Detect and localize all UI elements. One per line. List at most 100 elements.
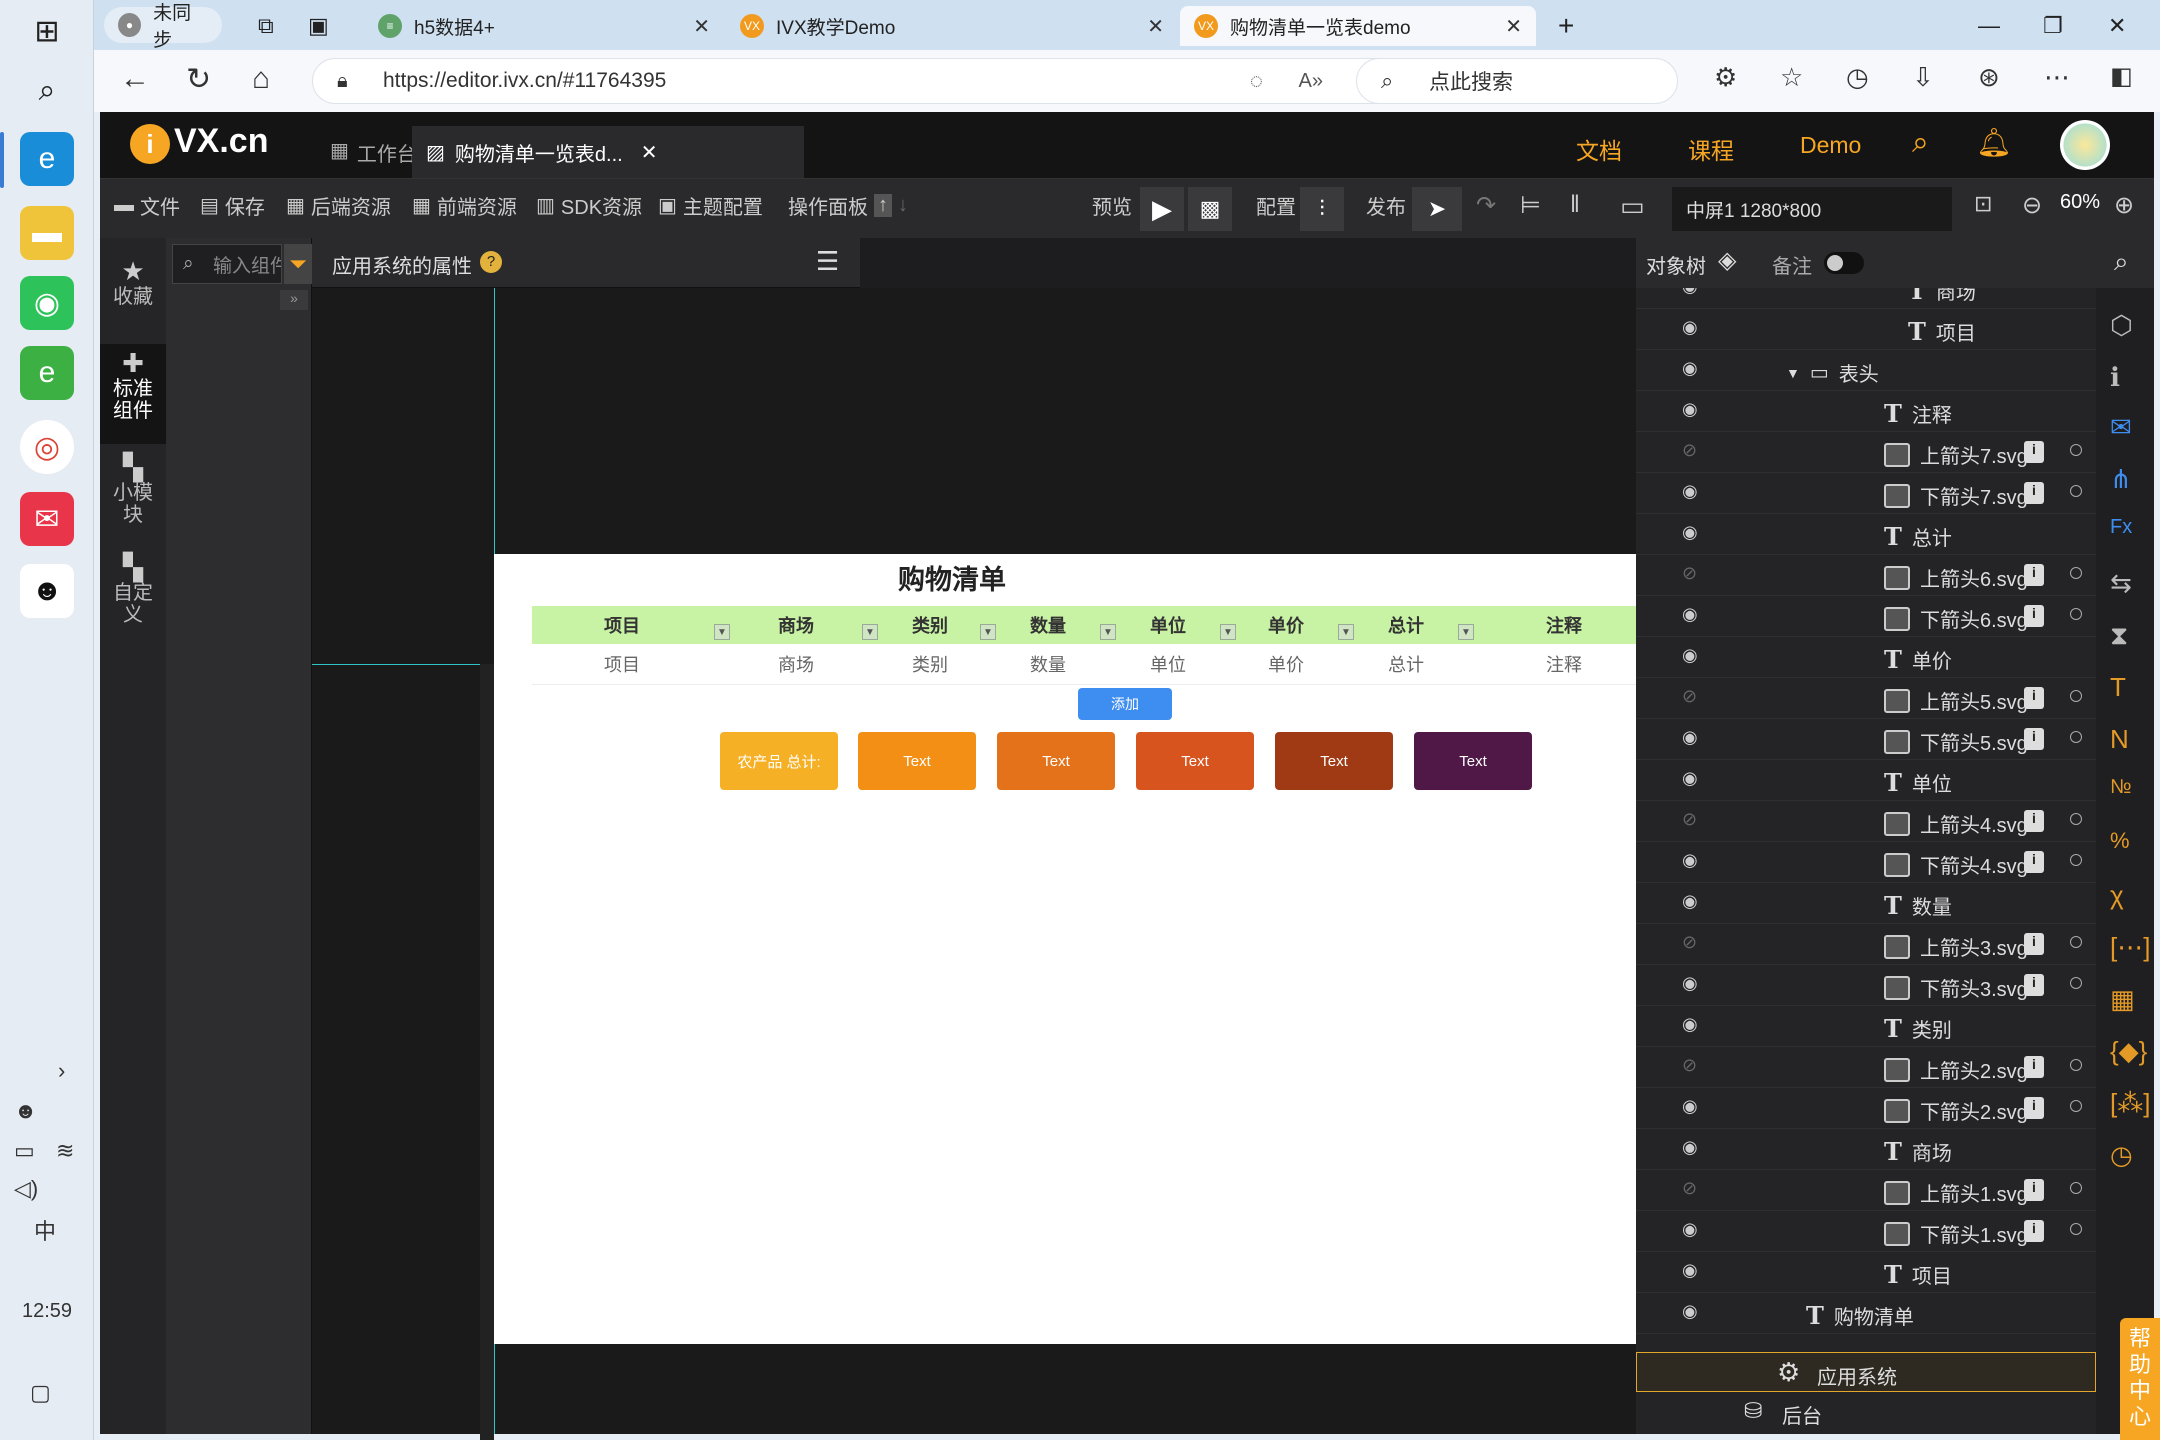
swap-icon[interactable]: ⇆ [2110, 568, 2132, 599]
variable-x-icon[interactable]: χ [2110, 880, 2124, 911]
close-icon[interactable]: ✕ [641, 140, 658, 165]
volume-icon[interactable]: ◁) [14, 1176, 38, 1202]
eye-icon[interactable]: ◉ [1682, 727, 1698, 748]
info-icon[interactable]: i [2024, 728, 2044, 750]
tree-node[interactable]: ◉ T 购物清单 [1636, 1293, 2096, 1334]
chat-icon[interactable]: ✉ [2110, 412, 2132, 443]
radio-dot[interactable] [2070, 444, 2082, 456]
help-icon[interactable]: ? [480, 251, 502, 273]
header-unit-price[interactable]: 单价 [1226, 606, 1346, 644]
sort-dropdown-icon[interactable]: ▼ [862, 624, 878, 640]
info-icon[interactable]: i [2024, 1179, 2044, 1201]
browser-tab-2[interactable]: VX IVX教学Demo ✕ [726, 6, 1178, 46]
sort-dropdown-icon[interactable]: ▼ [1220, 624, 1236, 640]
sort-dropdown-icon[interactable]: ▼ [1100, 624, 1116, 640]
minimize-icon[interactable]: — [1964, 6, 2014, 46]
info-icon[interactable]: i [2024, 1097, 2044, 1119]
tree-node[interactable]: ◉ 下箭头5.svg i [1636, 719, 2096, 760]
close-tab-icon[interactable]: ✕ [693, 14, 710, 39]
tab-workbench[interactable]: ▦ 工作台 [330, 138, 417, 167]
add-button[interactable]: 添加 [1078, 688, 1172, 720]
chevron-right-icon[interactable]: › [58, 1058, 65, 1084]
tree-node[interactable]: ⊘ 上箭头5.svg i [1636, 678, 2096, 719]
backend-resources-button[interactable]: ▦ 后端资源 [286, 191, 391, 220]
eye-icon[interactable]: ◉ [1682, 973, 1698, 994]
tree-data-icon[interactable]: [⁂] [2110, 1088, 2150, 1119]
eye-icon[interactable]: ◉ [1682, 1096, 1698, 1117]
tree-node-app-system[interactable]: ⚙ 应用系统 [1636, 1352, 2096, 1392]
info-icon[interactable]: i [2024, 933, 2044, 955]
tree-node[interactable]: ⊘ 上箭头1.svg i [1636, 1170, 2096, 1211]
eye-icon[interactable]: ◉ [1682, 1014, 1698, 1035]
rail-standard-components[interactable]: ✚ 标准组件 [100, 344, 166, 444]
radio-dot[interactable] [2070, 731, 2082, 743]
help-center-button[interactable]: 帮助中心 [2120, 1318, 2160, 1440]
tree-node[interactable]: ◉ T 商场 [1636, 1129, 2096, 1170]
tree-node[interactable]: ⊘ 上箭头6.svg i [1636, 555, 2096, 596]
eye-icon[interactable]: ◉ [1682, 1260, 1698, 1281]
tree-node[interactable]: ◉ 下箭头7.svg i [1636, 473, 2096, 514]
eye-icon[interactable]: ◉ [1682, 1301, 1698, 1322]
radio-dot[interactable] [2070, 977, 2082, 989]
tracking-icon[interactable]: ◌ [1250, 68, 1263, 94]
rail-favorites[interactable]: ★ 收藏 [100, 248, 166, 344]
info-icon[interactable]: i [2024, 1056, 2044, 1078]
hourglass-icon[interactable]: ⧗ [2110, 620, 2128, 652]
eye-off-icon[interactable]: ⊘ [1682, 1055, 1697, 1076]
frontend-resources-button[interactable]: ▦ 前端资源 [412, 191, 517, 220]
sort-dropdown-icon[interactable]: ▼ [1458, 624, 1474, 640]
chrome-icon[interactable]: ◎ [20, 420, 74, 474]
eye-icon[interactable]: ◉ [1682, 1219, 1698, 1240]
qq-tray-icon[interactable]: ☻ [14, 1098, 37, 1124]
new-tab-icon[interactable]: + [1544, 6, 1588, 46]
notification-icon[interactable]: ▢ [30, 1380, 51, 1406]
sdk-resources-button[interactable]: ▥ SDK资源 [536, 191, 642, 220]
info-icon[interactable]: i [2024, 441, 2044, 463]
eye-icon[interactable]: ◉ [1682, 645, 1698, 666]
history-icon[interactable]: ◷ [1846, 62, 1869, 93]
flow-icon[interactable]: ⋔ [2110, 464, 2132, 495]
lock-icon[interactable]: 🔒︎ [337, 70, 348, 93]
header-category[interactable]: 类别 [870, 606, 990, 644]
text-card[interactable]: Text [1136, 732, 1254, 790]
radio-dot[interactable] [2070, 1059, 2082, 1071]
tree-node[interactable]: ◉ 下箭头4.svg i [1636, 842, 2096, 883]
info-icon[interactable]: i [2024, 687, 2044, 709]
radio-dot[interactable] [2070, 813, 2082, 825]
info-icon[interactable]: ℹ [2110, 362, 2120, 393]
header-note[interactable]: 注释 [1504, 606, 1624, 644]
theme-config-button[interactable]: ▣ 主题配置 [658, 191, 763, 220]
search-icon[interactable]: ⌕ [1912, 126, 1929, 160]
info-icon[interactable]: i [2024, 482, 2044, 504]
eye-off-icon[interactable]: ⊘ [1682, 686, 1697, 707]
distribute-icon[interactable]: ‖ [1570, 191, 1580, 219]
redo-icon[interactable]: ↷ [1476, 191, 1496, 220]
eye-icon[interactable]: ◉ [1682, 317, 1698, 338]
search-field[interactable]: ⌕ 点此搜索 [1356, 58, 1678, 104]
radio-dot[interactable] [2070, 1223, 2082, 1235]
tree-node[interactable]: ◉ T 商场 [1636, 288, 2096, 309]
radio-dot[interactable] [2070, 1100, 2082, 1112]
qq-icon[interactable]: ☻ [20, 564, 74, 618]
notes-toggle[interactable] [1824, 252, 1864, 274]
arrow-down-icon[interactable]: ↓ [898, 194, 908, 217]
text-card[interactable]: Text [1275, 732, 1393, 790]
eye-icon[interactable]: ◉ [1682, 891, 1698, 912]
info-icon[interactable]: i [2024, 564, 2044, 586]
screen-size-select[interactable]: 中屏1 1280*800 [1672, 187, 1952, 231]
header-total[interactable]: 总计 [1346, 606, 1466, 644]
text-card[interactable]: Text [997, 732, 1115, 790]
workspaces-icon[interactable]: ⧉ [244, 6, 288, 46]
radio-dot[interactable] [2070, 485, 2082, 497]
back-icon[interactable]: ← [120, 62, 150, 96]
tree-node[interactable]: ◉ T 数量 [1636, 883, 2096, 924]
rail-custom[interactable]: ▚ 自定义 [100, 550, 166, 646]
eye-off-icon[interactable]: ⊘ [1682, 440, 1697, 461]
arrow-up-icon[interactable]: ↑ [874, 194, 892, 217]
browser-tab-1[interactable]: ≡ h5数据4+ ✕ [364, 6, 724, 46]
tree-node[interactable]: ◉ T 类别 [1636, 1006, 2096, 1047]
sliders-icon[interactable]: ⫶ [1300, 187, 1344, 231]
align-left-icon[interactable]: ⊨ [1520, 191, 1541, 220]
notification-bell-icon[interactable]: 🔔︎ [1976, 126, 2012, 159]
sort-dropdown-icon[interactable]: ▼ [714, 624, 730, 640]
